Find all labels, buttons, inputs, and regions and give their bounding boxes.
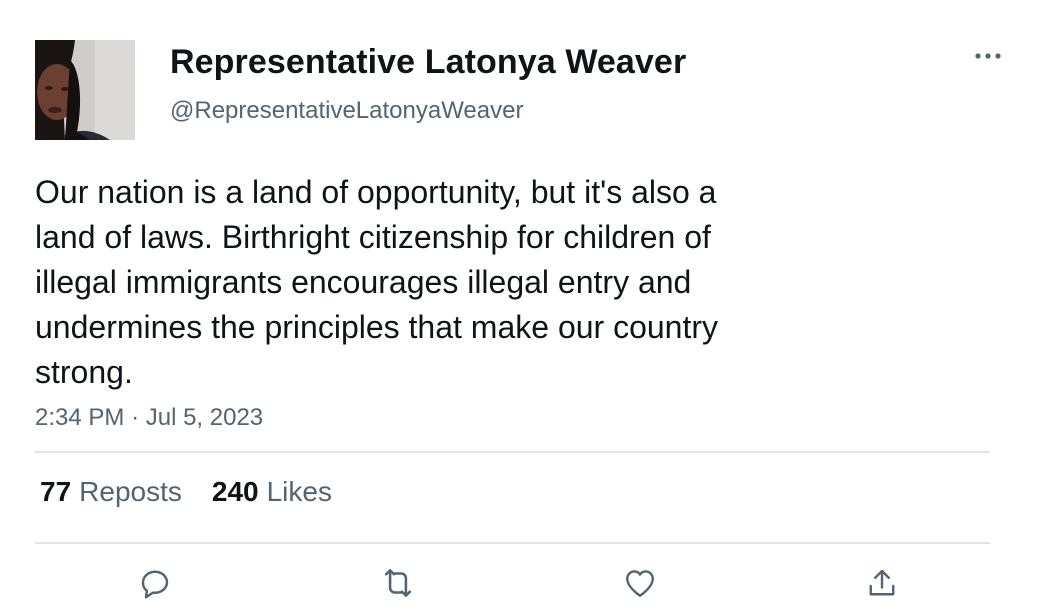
reposts-label: Reposts: [79, 476, 182, 507]
tweet-time: 2:34 PM: [35, 404, 125, 431]
tweet-text: Our nation is a land of opportunity, but…: [35, 174, 719, 390]
avatar[interactable]: [35, 40, 135, 140]
author-display-name[interactable]: Representative Latonya Weaver: [170, 43, 686, 82]
more-options-icon: [975, 53, 1001, 59]
timestamp-separator: ·: [131, 404, 140, 431]
likes-stat[interactable]: 240 Likes: [212, 476, 332, 508]
more-options-button[interactable]: [970, 40, 1006, 72]
like-button[interactable]: [620, 563, 660, 603]
author-handle[interactable]: @RepresentativeLatonyaWeaver: [170, 97, 523, 125]
divider: [35, 451, 990, 453]
share-icon: [869, 569, 895, 596]
repost-button[interactable]: [378, 563, 418, 603]
reposts-count: 77: [40, 476, 72, 507]
like-icon: [626, 570, 654, 597]
share-button[interactable]: [862, 563, 902, 603]
tweet-date: Jul 5, 2023: [145, 404, 264, 431]
divider: [35, 542, 990, 544]
reposts-stat[interactable]: 77 Reposts: [40, 476, 182, 508]
reply-icon: [141, 570, 169, 599]
repost-icon: [384, 569, 412, 597]
tweet-stats: 77 Reposts 240 Likes: [40, 476, 332, 508]
likes-label: Likes: [266, 476, 332, 507]
likes-count: 240: [211, 476, 259, 507]
reply-button[interactable]: [135, 563, 175, 603]
tweet-timestamp[interactable]: 2:34 PM · Jul 5, 2023: [35, 404, 263, 432]
avatar-photo: [35, 40, 135, 140]
